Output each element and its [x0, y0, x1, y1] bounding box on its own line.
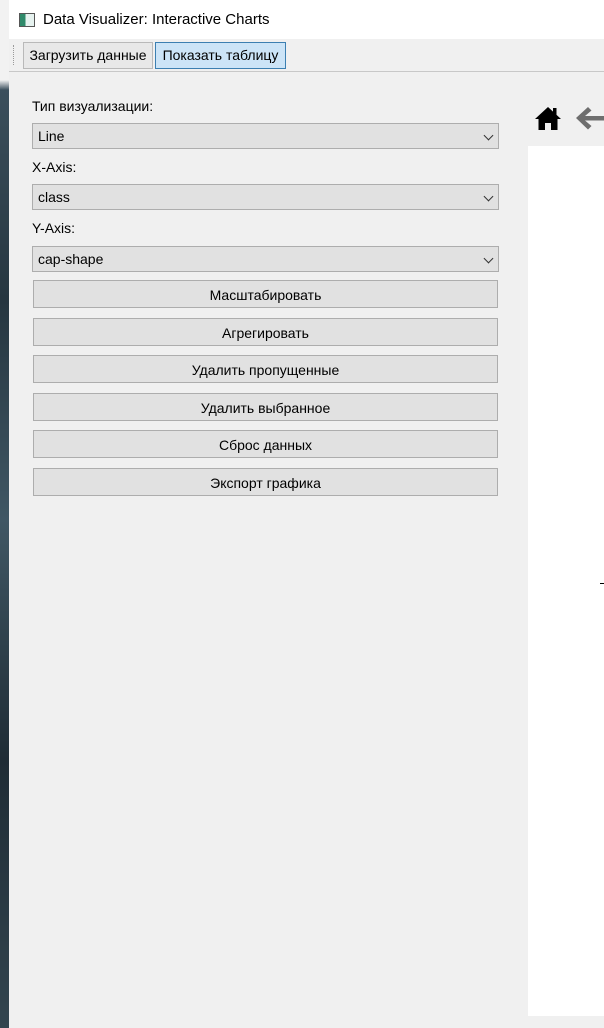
x-axis-value: class — [38, 189, 70, 205]
remove-missing-button[interactable]: Удалить пропущенные — [33, 355, 498, 383]
desktop-background — [0, 0, 9, 1028]
toolbar: Загрузить данные Показать таблицу — [9, 39, 604, 72]
x-axis-select[interactable]: class — [32, 184, 499, 210]
home-icon[interactable] — [534, 104, 562, 132]
chart-canvas[interactable] — [528, 146, 604, 1016]
back-arrow-icon[interactable] — [574, 104, 604, 132]
show-table-button[interactable]: Показать таблицу — [155, 42, 286, 69]
remove-selected-button[interactable]: Удалить выбранное — [33, 393, 498, 421]
viz-type-select[interactable]: Line — [32, 123, 499, 149]
x-axis-label: X-Axis: — [32, 159, 77, 175]
aggregate-button[interactable]: Агрегировать — [33, 318, 498, 346]
load-data-button[interactable]: Загрузить данные — [23, 42, 153, 69]
app-icon — [19, 12, 35, 27]
viz-type-value: Line — [38, 128, 65, 144]
reset-data-button[interactable]: Сброс данных — [33, 430, 498, 458]
title-bar: Data Visualizer: Interactive Charts — [9, 0, 604, 39]
y-axis-value: cap-shape — [38, 251, 104, 267]
app-window: Data Visualizer: Interactive Charts Загр… — [9, 0, 604, 1028]
scale-button[interactable]: Масштабировать — [33, 280, 498, 308]
y-axis-select[interactable]: cap-shape — [32, 246, 499, 272]
export-chart-button[interactable]: Экспорт графика — [33, 468, 498, 496]
axis-tick — [600, 583, 604, 584]
chevron-down-icon — [483, 253, 494, 264]
viz-type-label: Тип визуализации: — [32, 98, 154, 114]
y-axis-label: Y-Axis: — [32, 220, 76, 236]
window-title: Data Visualizer: Interactive Charts — [43, 11, 270, 28]
toolbar-grip[interactable] — [13, 45, 16, 65]
chevron-down-icon — [483, 130, 494, 141]
chevron-down-icon — [483, 191, 494, 202]
